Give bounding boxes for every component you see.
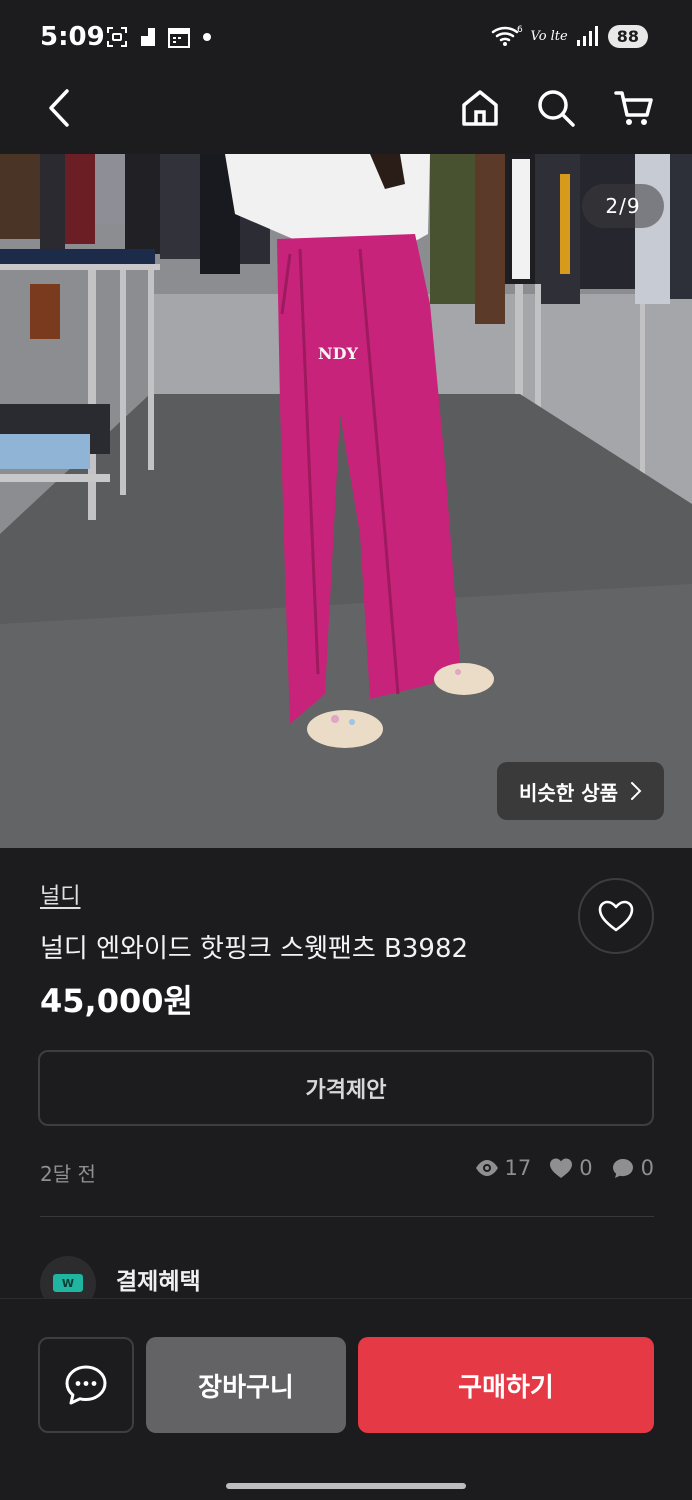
bottom-action-bar: 장바구니 구매하기 <box>0 1298 692 1500</box>
chat-button[interactable] <box>38 1337 134 1433</box>
buy-button[interactable]: 구매하기 <box>358 1337 654 1433</box>
like-button[interactable] <box>578 878 654 954</box>
similar-products-button[interactable]: 비슷한 상품 <box>497 762 664 820</box>
payment-benefit-label: 결제혜택 <box>116 1269 201 1295</box>
views-count: 17 <box>504 1156 532 1180</box>
likes-stat: 0 <box>549 1156 593 1180</box>
heart-filled-icon <box>550 1158 573 1178</box>
product-title: 널디 엔와이드 핫핑크 스웻팬츠 B3982 <box>40 934 469 964</box>
comments-count: 0 <box>640 1156 654 1180</box>
posted-time: 2달 전 <box>40 1162 96 1186</box>
back-icon <box>49 89 69 127</box>
benefit-icon-wrapper: W <box>40 1256 96 1300</box>
chevron-right-icon <box>631 782 642 800</box>
product-price: 45,000원 <box>40 982 193 1020</box>
chat-icon <box>65 1365 107 1405</box>
brand-link[interactable]: 널디 <box>40 878 80 910</box>
home-icon <box>462 90 498 126</box>
meta-row: 2달 전 17 0 0 <box>40 1156 654 1188</box>
battery-badge: 88 <box>607 24 648 48</box>
volte-indicator: Vo lte <box>530 28 568 44</box>
dot-icon <box>203 33 211 41</box>
won-icon: W <box>53 1274 83 1292</box>
sim-icon <box>141 28 155 46</box>
divider <box>40 1216 654 1217</box>
home-indicator[interactable] <box>226 1483 466 1489</box>
back-button[interactable] <box>38 86 82 130</box>
cart-icon <box>614 91 653 125</box>
signal-icon <box>576 26 598 46</box>
wifi-icon: 6 <box>491 25 523 46</box>
price-offer-button[interactable]: 가격제안 <box>38 1050 654 1126</box>
product-photo-image: NDY <box>0 154 692 848</box>
comments-stat: 0 <box>611 1156 654 1180</box>
nav-bar <box>0 78 692 154</box>
stats: 17 0 0 <box>465 1156 654 1180</box>
status-left-icons <box>105 25 213 49</box>
eye-icon <box>475 1160 498 1176</box>
status-right: 6 Vo lte 88 <box>491 24 648 48</box>
screenshot-icon <box>107 27 127 47</box>
svg-text:6: 6 <box>517 25 523 35</box>
heart-icon <box>598 900 634 932</box>
cart-button[interactable] <box>612 86 656 130</box>
search-button[interactable] <box>534 86 578 130</box>
likes-count: 0 <box>579 1156 593 1180</box>
status-time: 5:09 <box>40 22 105 52</box>
product-photo[interactable]: NDY 2/9 비슷한 상품 <box>0 154 692 848</box>
status-bar: 5:09 6 Vo lte 88 <box>0 0 692 78</box>
payment-benefit-row[interactable]: W 결제혜택 <box>40 1256 654 1300</box>
photo-page-counter: 2/9 <box>582 184 664 228</box>
add-to-cart-button[interactable]: 장바구니 <box>146 1337 346 1433</box>
search-icon <box>538 90 575 127</box>
calendar-icon <box>168 28 190 48</box>
chat-bubble-icon <box>612 1159 633 1178</box>
similar-products-label: 비슷한 상품 <box>519 780 618 805</box>
home-button[interactable] <box>458 86 502 130</box>
pants-logo-text: NDY <box>318 344 359 363</box>
views-stat: 17 <box>475 1156 532 1180</box>
